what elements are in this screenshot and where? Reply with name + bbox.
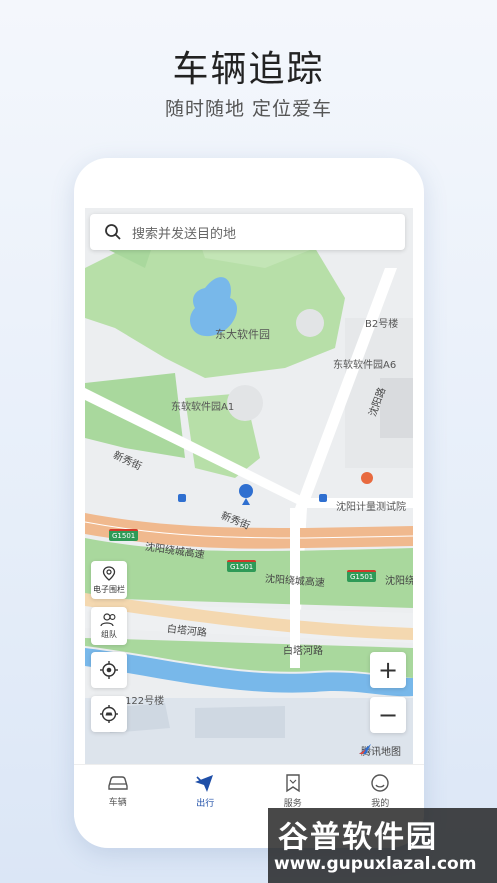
- phone-frame: B2号楼 东大软件园 东软软件园A6 东软软件园A1 新秀街 新秀街 沈阳路 沈…: [74, 158, 424, 848]
- search-icon: [105, 224, 121, 240]
- watermark: 谷普软件园 www.gupuxlazal.com: [268, 808, 497, 883]
- watermark-title: 谷普软件园: [278, 820, 438, 855]
- search-bar[interactable]: 搜索并发送目的地: [90, 214, 405, 250]
- map-view[interactable]: B2号楼 东大软件园 东软软件园A6 东软软件园A1 新秀街 新秀街 沈阳路 沈…: [85, 208, 413, 764]
- map-label-a1: 东软软件园A1: [171, 402, 235, 413]
- team-button[interactable]: 组队: [91, 607, 127, 645]
- tencent-map-icon: [359, 744, 371, 754]
- promo-title: 车辆追踪: [172, 49, 325, 90]
- travel-icon: [195, 775, 214, 792]
- map-label-a6: 东软软件园A6: [333, 360, 397, 371]
- zoom-in-button[interactable]: +: [370, 652, 406, 688]
- team-icon: [100, 612, 116, 626]
- profile-icon: [371, 774, 389, 792]
- car-icon: [108, 776, 128, 790]
- zoom-out-button[interactable]: −: [370, 697, 406, 733]
- locate-button[interactable]: [91, 652, 127, 688]
- car-locate-icon: [100, 705, 118, 723]
- map-label-122: 122号楼: [125, 696, 165, 707]
- map-label-b2: B2号楼: [365, 319, 399, 330]
- watermark-url: www.gupuxlazal.com: [274, 854, 477, 874]
- map-graphics: [85, 208, 413, 764]
- car-locate-button[interactable]: [91, 696, 127, 732]
- map-label-jiliang: 沈阳计量测试院: [336, 502, 406, 513]
- geofence-label: 电子围栏: [93, 584, 125, 594]
- map-label-dongda: 东大软件园: [215, 328, 270, 341]
- tab-vehicle[interactable]: 车辆: [74, 765, 162, 817]
- bookmark-icon: [286, 774, 300, 793]
- map-label-rao-3: 沈阳绕: [385, 576, 413, 587]
- highway-shield: G1501: [227, 560, 257, 572]
- tab-label: 车辆: [108, 798, 127, 808]
- search-placeholder: 搜索并发送目的地: [132, 226, 237, 242]
- map-attribution: 腾讯地图: [358, 743, 401, 758]
- promo-subtitle: 随时随地 定位爱车: [164, 98, 333, 120]
- tab-travel[interactable]: 出行: [162, 765, 250, 817]
- location-pin-icon: [102, 565, 116, 581]
- team-label: 组队: [101, 629, 117, 639]
- map-label-baita-2: 白塔河路: [283, 646, 323, 657]
- highway-shield: G1501: [347, 570, 377, 582]
- highway-shield: G1501: [109, 529, 139, 541]
- tab-label: 出行: [196, 799, 215, 809]
- crosshair-icon: [100, 661, 118, 679]
- geofence-button[interactable]: 电子围栏: [91, 561, 127, 599]
